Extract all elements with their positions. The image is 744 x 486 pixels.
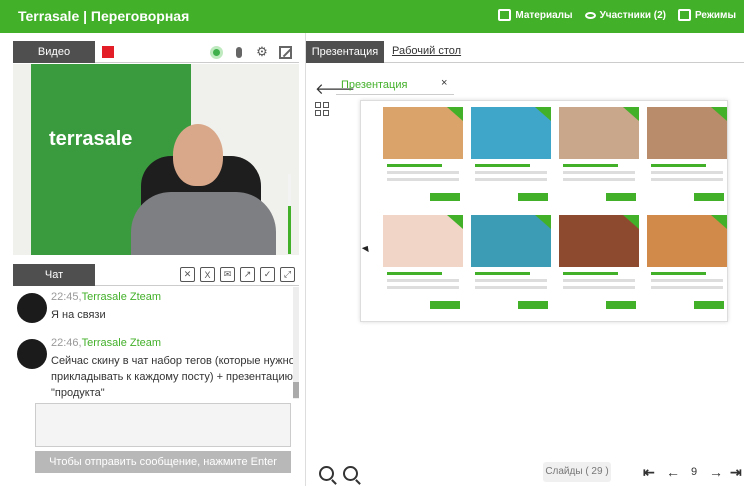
send-hint[interactable]: Чтобы отправить сообщение, нажмите Enter: [35, 451, 291, 473]
video-header: Видео ⚙: [13, 41, 299, 63]
app-title: Terrasale | Переговорная: [18, 8, 190, 24]
slides-count: Слайды ( 29 ): [543, 462, 611, 482]
chat-messages: 22:45,Terrasale Zteam Я на связи 22:46,T…: [13, 287, 299, 399]
chat-message: 22:46,Terrasale Zteam Сейчас скину в чат…: [13, 337, 299, 399]
chat-input[interactable]: [35, 403, 291, 447]
speaker: [173, 124, 223, 186]
slide-card: [471, 107, 551, 207]
prev-slide-icon[interactable]: ←: [666, 464, 680, 480]
page-number: 9: [691, 466, 698, 478]
presentation-panel: Презентация Рабочий стол 🡐 Презентация ×…: [306, 41, 744, 486]
participants-button[interactable]: Участники (2): [584, 9, 666, 21]
close-icon[interactable]: ×: [441, 77, 447, 89]
tab-desktop[interactable]: Рабочий стол: [392, 45, 461, 57]
tab-video[interactable]: Видео: [13, 41, 95, 63]
eye-icon: [584, 11, 596, 19]
slide-card: [471, 215, 551, 315]
message-meta: 22:46,Terrasale Zteam: [51, 337, 162, 349]
grid-icon[interactable]: [315, 102, 329, 116]
tab-presentation[interactable]: Презентация: [306, 41, 384, 63]
presentation-field[interactable]: Презентация: [336, 75, 454, 95]
materials-button[interactable]: Материалы: [498, 9, 573, 21]
next-slide-icon[interactable]: →: [709, 464, 723, 480]
first-slide-icon[interactable]: ⇤: [643, 464, 655, 481]
avatar: [17, 339, 47, 369]
slide-card: [647, 215, 727, 315]
avatar: [17, 293, 47, 323]
left-column: Видео ⚙ terrasale Чат ✕ X ✉ ↗ ✓ ⤢ 22:45,…: [13, 41, 299, 486]
materials-label: Материалы: [515, 9, 573, 21]
participants-label: Участники (2): [599, 9, 666, 21]
chat-toolbar: ✕ X ✉ ↗ ✓ ⤢: [180, 267, 295, 282]
excel-icon[interactable]: X: [200, 267, 215, 282]
message-text: Сейчас скину в чат набор тегов (которые …: [51, 355, 295, 399]
export-icon[interactable]: ↗: [240, 267, 255, 282]
camera-icon[interactable]: [208, 44, 224, 60]
video-toolbar: ⚙: [208, 44, 293, 60]
brand-logo: terrasale: [49, 128, 133, 150]
presentation-tabs: Презентация Рабочий стол: [306, 41, 744, 63]
presentation-footer: Слайды ( 29 ) ⇤ ← 9 → ⇥: [306, 462, 744, 486]
mic-icon[interactable]: [231, 44, 247, 60]
slide-card: [559, 107, 639, 207]
zoom-out-icon[interactable]: [343, 466, 358, 481]
expand-icon[interactable]: [277, 44, 293, 60]
expand-icon[interactable]: ⤢: [280, 267, 295, 282]
video-feed: terrasale: [13, 64, 299, 255]
mail-icon[interactable]: ✉: [220, 267, 235, 282]
record-button[interactable]: [102, 46, 114, 58]
slide-card: [383, 107, 463, 207]
top-actions: Материалы Участники (2) Режимы: [498, 9, 736, 21]
last-slide-icon[interactable]: ⇥: [730, 464, 742, 481]
audio-level: [288, 174, 291, 254]
gear-icon[interactable]: ⚙: [254, 44, 270, 60]
message-author: Terrasale Zteam: [81, 291, 162, 303]
modes-button[interactable]: Режимы: [677, 9, 736, 21]
clear-icon[interactable]: ✕: [180, 267, 195, 282]
message-meta: 22:45,Terrasale Zteam: [51, 291, 162, 303]
top-bar: Terrasale | Переговорная Материалы Участ…: [0, 0, 744, 33]
tab-chat[interactable]: Чат: [13, 264, 95, 286]
message-text: Я на связи: [51, 309, 106, 321]
layout-icon: [677, 9, 691, 21]
chat-scrollbar[interactable]: [293, 287, 299, 399]
slide-card: [559, 215, 639, 315]
book-icon: [498, 9, 512, 21]
slide-card: [383, 215, 463, 315]
zoom-in-icon[interactable]: [319, 466, 334, 481]
modes-label: Режимы: [694, 9, 736, 21]
message-author: Terrasale Zteam: [81, 337, 162, 349]
slide-view: [360, 100, 728, 322]
slide-card: [647, 107, 727, 207]
chat-message: 22:45,Terrasale Zteam Я на связи: [13, 291, 299, 323]
chat-header: Чат ✕ X ✉ ↗ ✓ ⤢: [13, 264, 299, 286]
check-icon[interactable]: ✓: [260, 267, 275, 282]
